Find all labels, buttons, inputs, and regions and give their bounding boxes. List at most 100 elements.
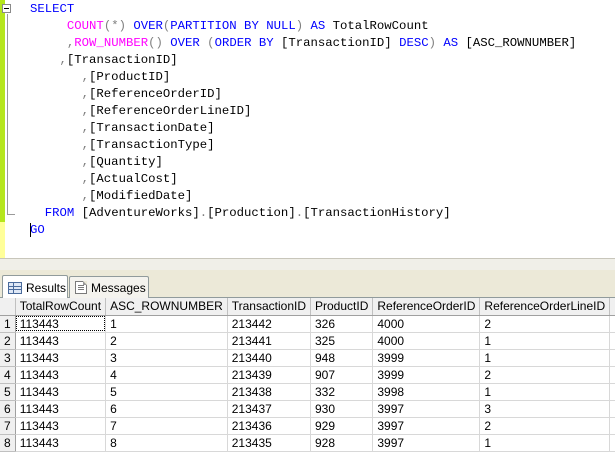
table-cell[interactable]: 2 bbox=[479, 417, 611, 435]
table-cell[interactable]: 113443 bbox=[15, 400, 107, 418]
row-number[interactable]: 2 bbox=[0, 332, 16, 350]
table-cell[interactable]: 326 bbox=[310, 315, 374, 333]
table-row[interactable]: 1 113443 1 213442 326 4000 2 bbox=[0, 315, 615, 333]
table-cell[interactable]: 3997 bbox=[372, 400, 481, 418]
table-row[interactable]: 7 113443 7 213436 929 3997 2 bbox=[0, 417, 615, 435]
table-cell[interactable]: 213441 bbox=[227, 332, 312, 350]
code-token: AS bbox=[310, 19, 326, 33]
table-cell[interactable]: 3 bbox=[105, 349, 228, 367]
table-cell[interactable]: 4000 bbox=[372, 315, 481, 333]
code-line[interactable]: ,ROW_NUMBER() OVER (ORDER BY [Transactio… bbox=[30, 36, 576, 50]
code-token: DESC bbox=[399, 36, 429, 50]
tab-results[interactable]: Results bbox=[2, 275, 68, 299]
table-cell[interactable]: 1 bbox=[479, 332, 611, 350]
table-cell[interactable]: 1 bbox=[479, 349, 611, 367]
table-cell[interactable]: 113443 bbox=[15, 366, 107, 384]
table-cell[interactable]: 907 bbox=[310, 366, 374, 384]
code-line[interactable]: ,[TransactionType] bbox=[30, 138, 215, 152]
table-cell[interactable]: 3 bbox=[479, 400, 611, 418]
table-cell[interactable]: 213435 bbox=[227, 434, 312, 452]
table-cell[interactable]: 2 bbox=[105, 332, 228, 350]
table-cell[interactable]: 213439 bbox=[227, 366, 312, 384]
text-caret bbox=[30, 223, 31, 237]
table-cell[interactable]: 325 bbox=[310, 332, 374, 350]
table-cell[interactable]: 929 bbox=[310, 417, 374, 435]
code-line[interactable]: ,[ActualCost] bbox=[30, 172, 178, 186]
table-cell[interactable]: 2 bbox=[479, 315, 611, 333]
collapse-region-icon[interactable] bbox=[2, 4, 11, 13]
table-row[interactable]: 2 113443 2 213441 325 4000 1 bbox=[0, 332, 615, 350]
table-cell[interactable]: 113443 bbox=[15, 315, 107, 333]
code-line[interactable]: COUNT(*) OVER(PARTITION BY NULL) AS Tota… bbox=[30, 19, 429, 33]
table-cell[interactable]: 113443 bbox=[15, 383, 107, 401]
table-cell[interactable]: 3999 bbox=[372, 349, 481, 367]
row-number[interactable]: 3 bbox=[0, 349, 16, 367]
table-cell[interactable]: 3997 bbox=[372, 417, 481, 435]
pane-splitter[interactable] bbox=[0, 258, 615, 270]
column-header-overflow bbox=[609, 298, 615, 316]
row-number[interactable]: 8 bbox=[0, 434, 16, 452]
table-row[interactable]: 5 113443 5 213438 332 3998 1 bbox=[0, 383, 615, 401]
column-header[interactable]: ASC_ROWNUMBER bbox=[105, 298, 228, 316]
row-number[interactable]: 1 bbox=[0, 315, 16, 333]
table-cell-overflow bbox=[609, 315, 615, 333]
table-cell[interactable]: 6 bbox=[105, 400, 228, 418]
table-cell[interactable]: 928 bbox=[310, 434, 374, 452]
table-row[interactable]: 8 113443 8 213435 928 3997 1 bbox=[0, 434, 615, 452]
code-token: AS bbox=[443, 36, 459, 50]
table-cell[interactable]: 3997 bbox=[372, 434, 481, 452]
column-header[interactable]: ReferenceOrderID bbox=[372, 298, 481, 316]
table-cell[interactable]: 4 bbox=[105, 366, 228, 384]
column-header[interactable]: ProductID bbox=[310, 298, 374, 316]
code-line[interactable]: ,[TransactionID] bbox=[30, 53, 178, 67]
table-cell[interactable]: 4000 bbox=[372, 332, 481, 350]
table-cell[interactable]: 1 bbox=[479, 383, 611, 401]
table-cell[interactable]: 213437 bbox=[227, 400, 312, 418]
table-cell[interactable]: 3999 bbox=[372, 366, 481, 384]
table-cell[interactable]: 213438 bbox=[227, 383, 312, 401]
row-number[interactable]: 7 bbox=[0, 417, 16, 435]
table-cell[interactable]: 332 bbox=[310, 383, 374, 401]
row-number[interactable]: 5 bbox=[0, 383, 16, 401]
table-cell[interactable]: 1 bbox=[105, 315, 228, 333]
table-cell[interactable]: 213440 bbox=[227, 349, 312, 367]
grid-corner[interactable] bbox=[0, 298, 16, 316]
table-cell[interactable]: 2 bbox=[479, 366, 611, 384]
code-line[interactable]: ,[Quantity] bbox=[30, 155, 163, 169]
table-cell[interactable]: 948 bbox=[310, 349, 374, 367]
table-row[interactable]: 6 113443 6 213437 930 3997 3 bbox=[0, 400, 615, 418]
table-cell[interactable]: 7 bbox=[105, 417, 228, 435]
code-line[interactable]: ,[TransactionDate] bbox=[30, 121, 215, 135]
table-cell[interactable]: 213442 bbox=[227, 315, 312, 333]
table-cell[interactable]: 213436 bbox=[227, 417, 312, 435]
code-line[interactable]: GO bbox=[30, 223, 45, 237]
table-row[interactable]: 3 113443 3 213440 948 3999 1 bbox=[0, 349, 615, 367]
column-header[interactable]: TransactionID bbox=[227, 298, 312, 316]
code-line[interactable]: SELECT bbox=[30, 2, 74, 16]
code-line[interactable]: ,[ModifiedDate] bbox=[30, 189, 193, 203]
results-tab-strip: Results Messages bbox=[0, 270, 615, 299]
column-header[interactable]: TotalRowCount bbox=[15, 298, 107, 316]
code-line[interactable]: ,[ProductID] bbox=[30, 70, 171, 84]
sql-code[interactable]: SELECT COUNT(*) OVER(PARTITION BY NULL) … bbox=[30, 1, 576, 239]
code-token: ) bbox=[428, 36, 436, 50]
table-cell[interactable]: 8 bbox=[105, 434, 228, 452]
code-line[interactable]: FROM [AdventureWorks].[Production].[Tran… bbox=[30, 206, 451, 220]
table-cell[interactable]: 5 bbox=[105, 383, 228, 401]
table-cell[interactable]: 3998 bbox=[372, 383, 481, 401]
table-cell[interactable]: 1 bbox=[479, 434, 611, 452]
table-row[interactable]: 4 113443 4 213439 907 3999 2 bbox=[0, 366, 615, 384]
sql-editor[interactable]: SELECT COUNT(*) OVER(PARTITION BY NULL) … bbox=[0, 0, 615, 258]
table-cell[interactable]: 930 bbox=[310, 400, 374, 418]
column-header[interactable]: ReferenceOrderLineID bbox=[479, 298, 611, 316]
results-grid[interactable]: TotalRowCount ASC_ROWNUMBER TransactionID P… bbox=[0, 298, 615, 470]
code-line[interactable]: ,[ReferenceOrderID] bbox=[30, 87, 222, 101]
row-number[interactable]: 6 bbox=[0, 400, 16, 418]
row-number[interactable]: 4 bbox=[0, 366, 16, 384]
code-line[interactable]: ,[ReferenceOrderLineID] bbox=[30, 104, 252, 118]
table-cell[interactable]: 113443 bbox=[15, 332, 107, 350]
tab-messages[interactable]: Messages bbox=[69, 276, 149, 298]
table-cell[interactable]: 113443 bbox=[15, 349, 107, 367]
table-cell[interactable]: 113443 bbox=[15, 434, 107, 452]
table-cell[interactable]: 113443 bbox=[15, 417, 107, 435]
